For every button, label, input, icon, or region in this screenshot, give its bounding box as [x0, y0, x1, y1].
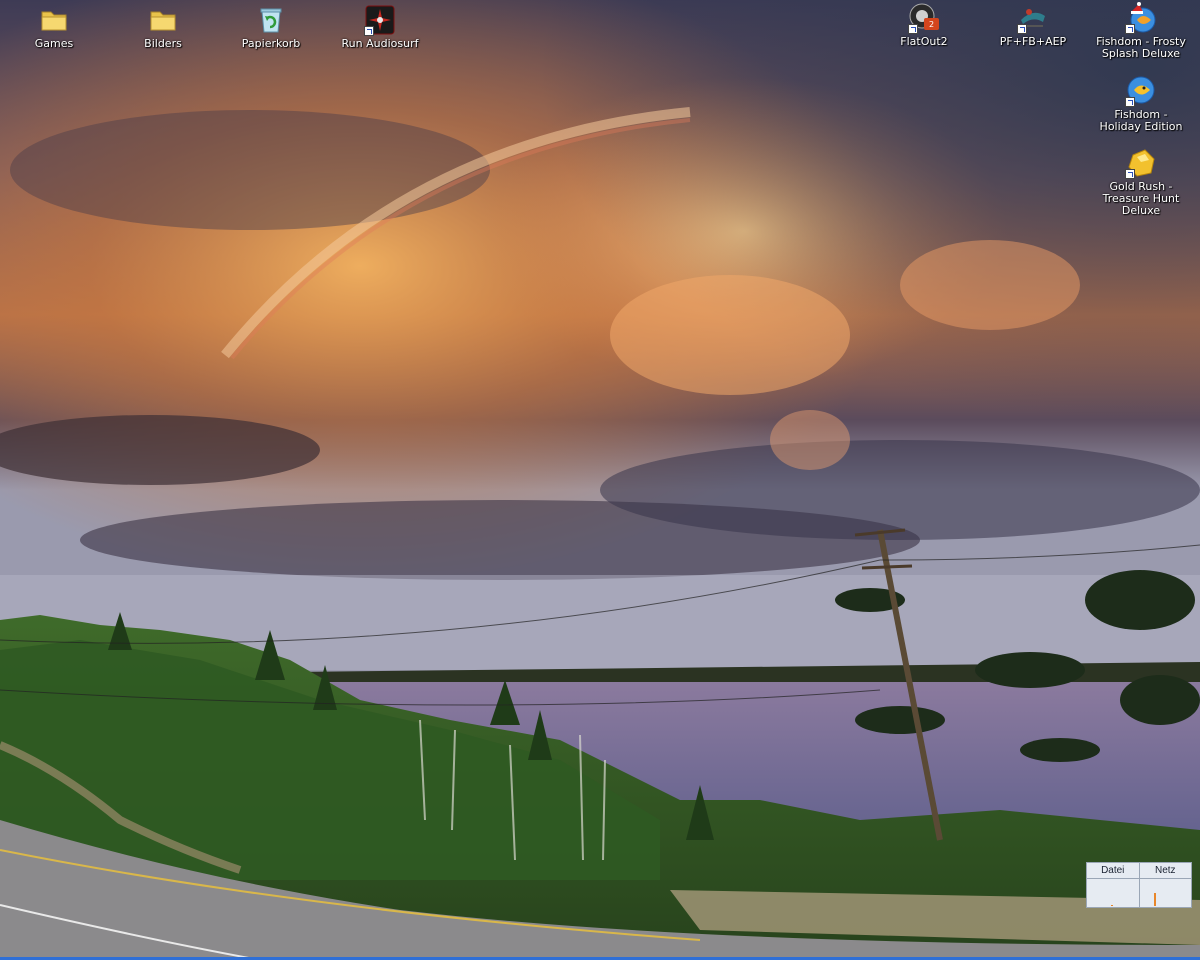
desktop-icon-run-audiosurf[interactable]: Run Audiosurf	[332, 4, 428, 50]
meter-column-label: Datei	[1087, 863, 1139, 879]
folder-icon	[147, 4, 179, 36]
meter-column-netz: Netz	[1139, 863, 1192, 908]
shortcut-arrow-icon	[1017, 24, 1027, 34]
shortcut-arrow-icon	[1125, 97, 1135, 107]
activity-meter-widget[interactable]: Datei Netz	[1086, 862, 1192, 908]
recycle-bin-icon	[255, 4, 287, 36]
fishdom-holiday-icon	[1125, 75, 1157, 107]
meter-column-label: Netz	[1139, 863, 1191, 879]
desktop-icon-label: PF+FB+AEP	[999, 35, 1067, 48]
meter-column-datei: Datei	[1087, 863, 1140, 907]
shortcut-arrow-icon	[1125, 169, 1135, 179]
meter-bar	[1153, 893, 1156, 906]
desktop-icon-fishdom-holiday[interactable]: Fishdom - Holiday Edition	[1093, 75, 1189, 133]
flatout-icon: 2	[908, 2, 940, 34]
desktop-icon-fishdom-frosty[interactable]: Fishdom - Frosty Splash Deluxe	[1093, 2, 1189, 60]
desktop-icon-label: Run Audiosurf	[341, 37, 419, 50]
desktop[interactable]: Games Bilders Papierkorb Run Audiosurf 2…	[0, 0, 1200, 960]
audiosurf-icon	[364, 4, 396, 36]
desktop-icon-games[interactable]: Games	[6, 4, 102, 50]
meter-graph-netz	[1140, 879, 1192, 908]
meter-graph-datei	[1087, 879, 1139, 908]
desktop-icon-gold-rush[interactable]: Gold Rush - Treasure Hunt Deluxe	[1093, 147, 1189, 217]
desktop-icon-bilders[interactable]: Bilders	[115, 4, 211, 50]
desktop-icon-label: Gold Rush - Treasure Hunt Deluxe	[1102, 180, 1180, 217]
desktop-icon-label: Fishdom - Frosty Splash Deluxe	[1096, 35, 1186, 60]
desktop-icon-label: Games	[34, 37, 74, 50]
meter-bar	[1111, 905, 1113, 906]
svg-text:2: 2	[929, 20, 934, 29]
fishdom-frosty-icon	[1125, 2, 1157, 34]
desktop-icon-label: Papierkorb	[241, 37, 301, 50]
game-icon	[1017, 2, 1049, 34]
desktop-icon-papierkorb[interactable]: Papierkorb	[223, 4, 319, 50]
desktop-icon-flatout2[interactable]: 2 FlatOut2	[876, 2, 972, 48]
desktop-icon-label: Fishdom - Holiday Edition	[1099, 108, 1183, 133]
desktop-icon-label: Bilders	[144, 37, 182, 50]
shortcut-arrow-icon	[1125, 24, 1135, 34]
shortcut-arrow-icon	[364, 26, 374, 36]
gold-nugget-icon	[1125, 147, 1157, 179]
wallpaper-landscape	[0, 0, 1200, 960]
desktop-icon-label: FlatOut2	[900, 35, 948, 48]
shortcut-arrow-icon	[908, 24, 918, 34]
folder-icon	[38, 4, 70, 36]
desktop-icon-pf-fb-aep[interactable]: PF+FB+AEP	[985, 2, 1081, 48]
